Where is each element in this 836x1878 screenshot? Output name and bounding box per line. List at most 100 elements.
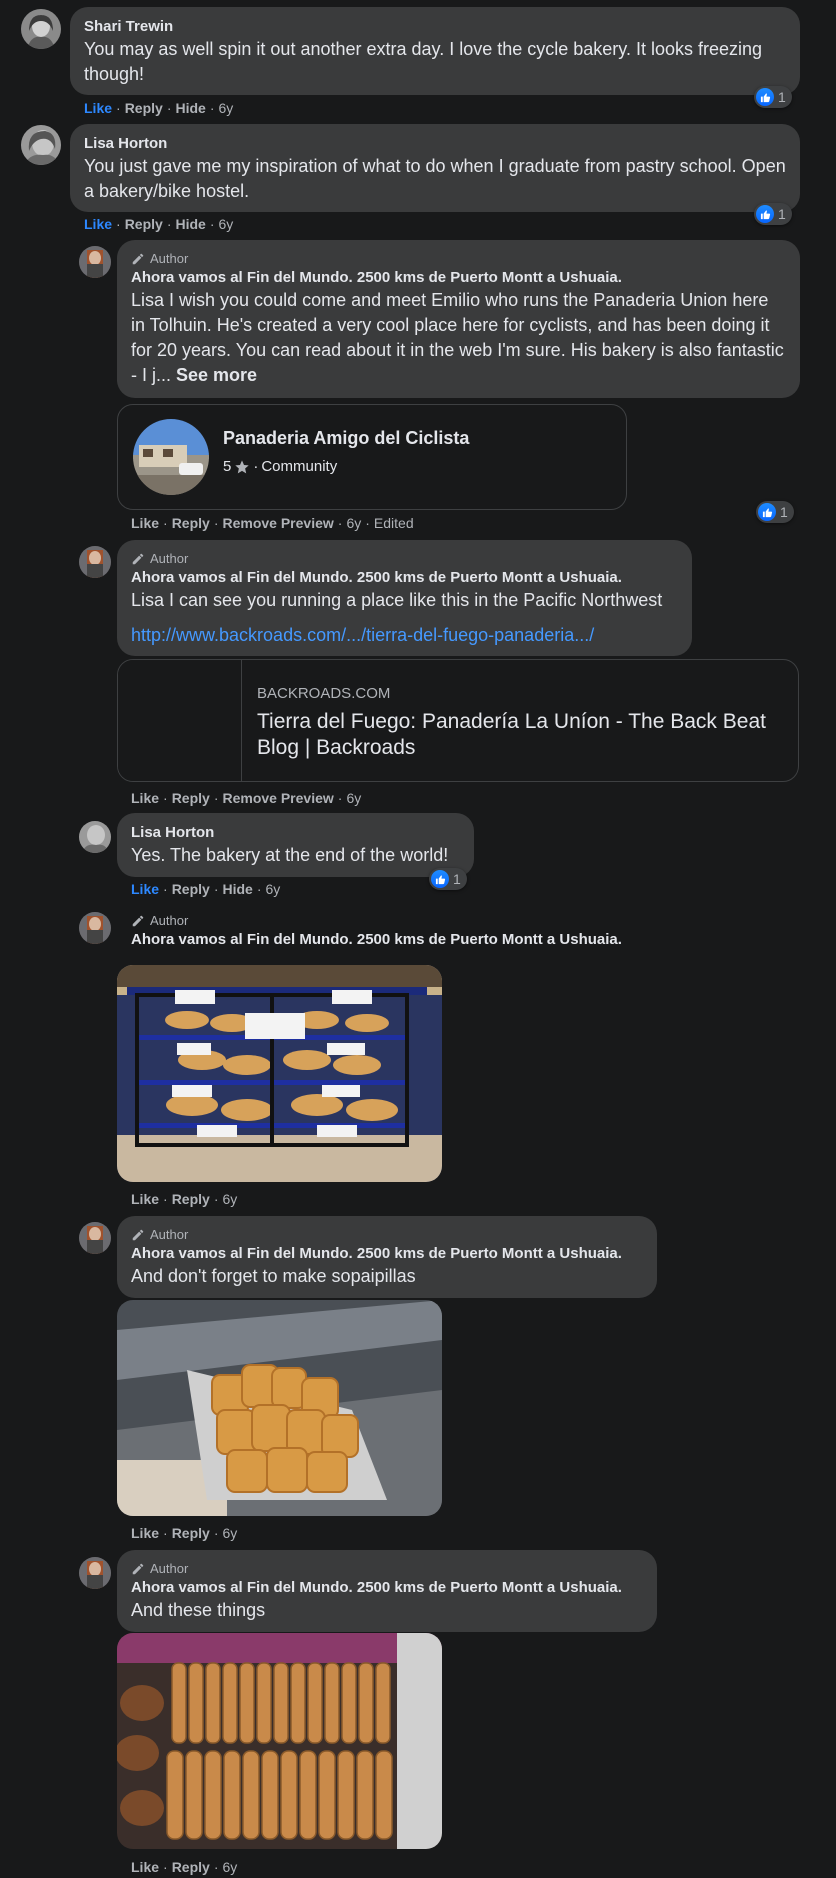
timestamp[interactable]: 6y xyxy=(222,1525,237,1541)
timestamp[interactable]: 6y xyxy=(219,216,234,232)
reply-button[interactable]: Reply xyxy=(172,1525,210,1541)
like-button[interactable]: Like xyxy=(131,790,159,806)
comment-bubble: Shari Trewin You may as well spin it out… xyxy=(70,7,800,95)
reply-button[interactable]: Reply xyxy=(172,515,210,531)
hide-button[interactable]: Hide xyxy=(222,881,252,897)
page-preview-card[interactable]: Panaderia Amigo del Ciclista 5 · Communi… xyxy=(117,404,627,510)
card-rating: 5 xyxy=(223,458,232,475)
avatar[interactable] xyxy=(21,125,61,165)
comment-actions: Like · Reply · Remove Preview · 6y · Edited xyxy=(131,515,414,531)
author-avatar[interactable] xyxy=(79,246,111,278)
author-avatar[interactable] xyxy=(79,546,111,578)
reaction-count[interactable]: 1 xyxy=(429,868,467,890)
comment-text: You may as well spin it out another extr… xyxy=(84,39,763,84)
author-badge: Author xyxy=(131,1560,643,1578)
comment-photo[interactable] xyxy=(117,1633,442,1849)
link-title[interactable]: Tierra del Fuego: Panadería La Uníon - T… xyxy=(257,709,777,761)
see-more-link[interactable]: See more xyxy=(176,365,257,385)
commenter-name[interactable]: Ahora vamos al Fin del Mundo. 2500 kms d… xyxy=(131,568,678,588)
timestamp[interactable]: 6y xyxy=(222,1859,237,1875)
like-icon xyxy=(756,205,774,223)
like-button[interactable]: Like xyxy=(131,515,159,531)
reply-header: Author Ahora vamos al Fin del Mundo. 250… xyxy=(131,912,622,950)
author-avatar[interactable] xyxy=(79,912,111,944)
like-button[interactable]: Like xyxy=(131,1525,159,1541)
author-badge-label: Author xyxy=(150,251,189,266)
link-thumbnail xyxy=(118,660,242,781)
reaction-number: 1 xyxy=(778,206,786,222)
avatar[interactable] xyxy=(21,9,61,49)
link-preview-card[interactable]: BACKROADS.COM Tierra del Fuego: Panaderí… xyxy=(117,659,799,782)
pencil-icon xyxy=(132,553,144,565)
reply-bubble: Author Ahora vamos al Fin del Mundo. 250… xyxy=(117,1550,657,1632)
comment-actions: Like · Reply · Hide · 6y xyxy=(84,216,234,232)
comment-text: And don't forget to make sopaipillas xyxy=(131,1266,416,1286)
reply-button[interactable]: Reply xyxy=(125,100,163,116)
reply-bubble: Author Ahora vamos al Fin del Mundo. 250… xyxy=(117,540,692,656)
reaction-count[interactable]: 1 xyxy=(756,501,794,523)
hide-button[interactable]: Hide xyxy=(175,216,205,232)
like-button[interactable]: Like xyxy=(131,881,159,897)
commenter-name[interactable]: Ahora vamos al Fin del Mundo. 2500 kms d… xyxy=(131,1578,643,1598)
comment-actions: Like · Reply · 6y xyxy=(131,1191,238,1207)
timestamp[interactable]: 6y xyxy=(266,881,281,897)
reaction-number: 1 xyxy=(778,89,786,105)
author-badge: Author xyxy=(131,550,678,568)
like-icon xyxy=(756,88,774,106)
link-domain: BACKROADS.COM xyxy=(257,685,391,702)
reaction-number: 1 xyxy=(453,871,461,887)
commenter-name[interactable]: Shari Trewin xyxy=(84,17,786,37)
reply-button[interactable]: Reply xyxy=(125,216,163,232)
pencil-icon xyxy=(132,1563,144,1575)
card-meta: 5 · Community xyxy=(223,458,337,475)
comment-text: Yes. The bakery at the end of the world! xyxy=(131,845,449,865)
reply-button[interactable]: Reply xyxy=(172,1859,210,1875)
commenter-name[interactable]: Ahora vamos al Fin del Mundo. 2500 kms d… xyxy=(131,268,786,288)
author-badge: Author xyxy=(131,912,622,930)
like-icon xyxy=(431,870,449,888)
comment-text: And these things xyxy=(131,1600,266,1620)
edited-label[interactable]: Edited xyxy=(374,515,414,531)
external-link[interactable]: http://www.backroads.com/.../tierra-del-… xyxy=(131,623,678,648)
card-meta-sep: · xyxy=(253,458,259,475)
author-avatar[interactable] xyxy=(79,1557,111,1589)
timestamp[interactable]: 6y xyxy=(222,1191,237,1207)
like-icon xyxy=(758,503,776,521)
commenter-name[interactable]: Ahora vamos al Fin del Mundo. 2500 kms d… xyxy=(131,1244,643,1264)
author-badge-label: Author xyxy=(150,1227,189,1242)
reply-bubble: Author Ahora vamos al Fin del Mundo. 250… xyxy=(117,240,800,398)
reply-button[interactable]: Reply xyxy=(172,790,210,806)
comment-photo[interactable] xyxy=(117,965,442,1182)
like-button[interactable]: Like xyxy=(84,100,112,116)
comments-thread: Shari Trewin You may as well spin it out… xyxy=(0,0,836,1878)
comment-photo[interactable] xyxy=(117,1300,442,1516)
timestamp[interactable]: 6y xyxy=(346,790,361,806)
timestamp[interactable]: 6y xyxy=(219,100,234,116)
comment-actions: Like · Reply · 6y xyxy=(131,1859,238,1875)
reply-button[interactable]: Reply xyxy=(172,881,210,897)
hide-button[interactable]: Hide xyxy=(175,100,205,116)
reaction-count[interactable]: 1 xyxy=(754,86,792,108)
card-category: Community xyxy=(261,458,338,475)
reaction-number: 1 xyxy=(780,504,788,520)
like-button[interactable]: Like xyxy=(131,1191,159,1207)
avatar[interactable] xyxy=(79,821,111,853)
commenter-name[interactable]: Lisa Horton xyxy=(131,823,460,843)
card-title[interactable]: Panaderia Amigo del Ciclista xyxy=(223,428,469,449)
remove-preview-button[interactable]: Remove Preview xyxy=(222,790,333,806)
reply-button[interactable]: Reply xyxy=(172,1191,210,1207)
pencil-icon xyxy=(132,253,144,265)
comment-text: Lisa I wish you could come and meet Emil… xyxy=(131,288,786,388)
author-avatar[interactable] xyxy=(79,1222,111,1254)
like-button[interactable]: Like xyxy=(84,216,112,232)
comment-bubble: Lisa Horton You just gave me my inspirat… xyxy=(70,124,800,212)
commenter-name[interactable]: Lisa Horton xyxy=(84,134,786,154)
like-button[interactable]: Like xyxy=(131,1859,159,1875)
comment-actions: Like · Reply · Hide · 6y xyxy=(131,881,281,897)
remove-preview-button[interactable]: Remove Preview xyxy=(222,515,333,531)
reaction-count[interactable]: 1 xyxy=(754,203,792,225)
commenter-name[interactable]: Ahora vamos al Fin del Mundo. 2500 kms d… xyxy=(131,930,622,950)
comment-actions: Like · Reply · Hide · 6y xyxy=(84,100,234,116)
timestamp[interactable]: 6y xyxy=(346,515,361,531)
reply-bubble: Author Ahora vamos al Fin del Mundo. 250… xyxy=(117,1216,657,1298)
